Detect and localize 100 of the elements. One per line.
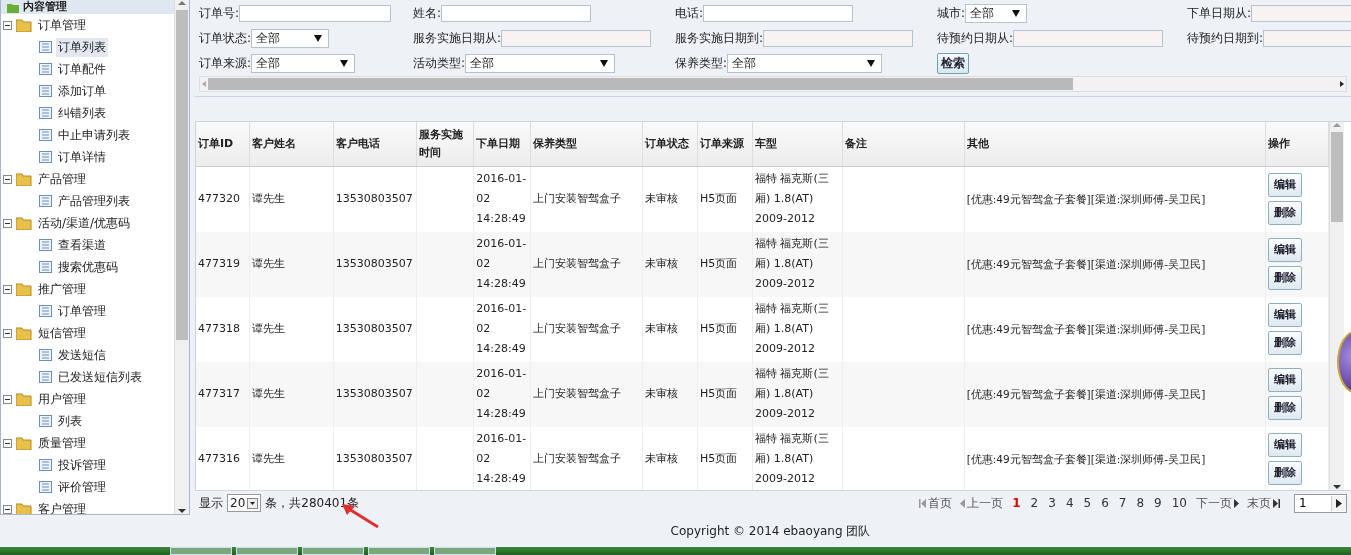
list-icon (39, 151, 52, 163)
field-label: 服务实施日期到: (675, 30, 764, 47)
sidebar-item[interactable]: 已发送短信列表 (56, 367, 144, 387)
dropdown[interactable]: 全部 (727, 54, 883, 73)
sidebar-item[interactable]: 纠错列表 (56, 103, 108, 123)
table-cell: 未审核 (645, 322, 679, 336)
collapse-toggle-icon[interactable] (3, 218, 12, 228)
table-cell: 谭先生 (252, 257, 286, 271)
column-header: 服务实施时间 (416, 121, 474, 167)
table-cell: 谭先生 (252, 452, 286, 466)
table-cell: [优惠:49元智驾盒子套餐][渠道:深圳师傅-吴卫民] (966, 193, 1206, 206)
sidebar-item[interactable]: 产品管理列表 (56, 191, 132, 211)
list-icon (39, 107, 52, 119)
delete-button[interactable]: 删除 (1267, 266, 1302, 291)
sidebar-group[interactable]: 推广管理 (36, 279, 88, 299)
horizontal-scrollbar[interactable] (199, 75, 1347, 92)
page-link[interactable]: 9 (1151, 496, 1165, 510)
folder-icon (16, 436, 32, 450)
table-cell: 未审核 (645, 192, 679, 206)
sidebar-item[interactable]: 搜索优惠码 (56, 257, 120, 277)
collapse-toggle-icon[interactable] (3, 20, 12, 30)
first-page-link[interactable]: 首页 (917, 494, 955, 512)
sidebar-item[interactable]: 查看渠道 (56, 235, 108, 255)
dropdown[interactable]: 全部 (465, 54, 616, 73)
sidebar-item[interactable]: 列表 (56, 411, 84, 431)
search-button[interactable]: 检索 (937, 53, 969, 74)
field-label: 订单号: (199, 5, 240, 22)
date-field[interactable] (1251, 5, 1351, 22)
input-field[interactable] (239, 5, 392, 22)
sidebar-group[interactable]: 质量管理 (36, 433, 88, 453)
page-link[interactable]: 4 (1062, 496, 1077, 510)
sidebar-item[interactable]: 订单详情 (56, 147, 108, 167)
last-page-link[interactable]: 末页 (1245, 494, 1282, 512)
dropdown[interactable]: 全部 (965, 4, 1028, 23)
scroll-down-icon[interactable] (178, 508, 186, 514)
sidebar-group[interactable]: 产品管理 (36, 169, 88, 189)
next-page-link[interactable]: 下一页 (1194, 494, 1241, 512)
sidebar-group[interactable]: 活动/渠道/优惠码 (36, 213, 133, 233)
page-link[interactable]: 10 (1168, 496, 1190, 510)
list-icon (39, 481, 52, 493)
list-icon (39, 41, 52, 53)
page-link[interactable]: 7 (1115, 496, 1130, 510)
sidebar-item[interactable]: 订单列表 (56, 37, 108, 57)
sidebar-item[interactable]: 发送短信 (56, 345, 108, 365)
table-cell: 上门安装智驾盒子 (533, 452, 622, 466)
collapse-toggle-icon[interactable] (3, 438, 12, 448)
page-link[interactable]: 1 (1009, 496, 1024, 510)
delete-button[interactable]: 删除 (1267, 461, 1302, 486)
sidebar-item[interactable]: 添加订单 (56, 81, 108, 101)
sidebar-item[interactable]: 订单管理 (56, 301, 108, 321)
edit-button[interactable]: 编辑 (1267, 368, 1302, 393)
vertical-scrollbar[interactable] (1329, 121, 1344, 491)
field-label: 待预约日期到: (1187, 30, 1264, 47)
date-field[interactable] (501, 30, 652, 47)
scrollbar[interactable] (174, 0, 189, 514)
page-number-field[interactable]: 1 (1294, 493, 1347, 513)
sidebar-group[interactable]: 用户管理 (36, 389, 88, 409)
previous-page-link[interactable]: 上一页 (958, 494, 1006, 512)
page-link[interactable]: 2 (1027, 496, 1042, 510)
delete-button[interactable]: 删除 (1267, 201, 1302, 226)
page-link[interactable]: 8 (1133, 496, 1148, 510)
first-page-icon (919, 498, 927, 508)
page-size-dropdown[interactable]: 20 (227, 494, 262, 512)
collapse-toggle-icon[interactable] (3, 284, 12, 294)
edit-button[interactable]: 编辑 (1267, 238, 1302, 263)
scrollbar-thumb[interactable] (1331, 131, 1343, 222)
edit-button[interactable]: 编辑 (1267, 173, 1302, 198)
date-field[interactable] (1013, 30, 1164, 47)
column-header: 保养类型 (530, 121, 643, 167)
scroll-up-icon[interactable] (178, 0, 186, 6)
input-field[interactable] (441, 5, 592, 22)
edit-button[interactable]: 编辑 (1267, 303, 1302, 328)
collapse-toggle-icon[interactable] (3, 394, 12, 404)
collapse-toggle-icon[interactable] (3, 504, 12, 514)
page-link[interactable]: 6 (1098, 496, 1112, 510)
page-link[interactable]: 3 (1045, 496, 1059, 510)
sidebar-group[interactable]: 订单管理 (36, 15, 88, 35)
go-button[interactable] (1331, 495, 1346, 511)
scroll-down-icon[interactable] (1333, 484, 1341, 491)
sidebar-item[interactable]: 中止申请列表 (56, 125, 132, 145)
delete-button[interactable]: 删除 (1267, 396, 1302, 421)
page-link[interactable]: 5 (1080, 496, 1095, 510)
delete-button[interactable]: 删除 (1267, 331, 1302, 356)
collapse-toggle-icon[interactable] (3, 174, 12, 184)
table-cell: [优惠:49元智驾盒子套餐][渠道:深圳师傅-吴卫民] (966, 388, 1206, 401)
table-cell: 福特 福克斯(三厢) 1.8(AT) 2009-2012 (755, 302, 829, 356)
scroll-right-icon[interactable] (1338, 79, 1346, 88)
sidebar-item[interactable]: 评价管理 (56, 477, 108, 497)
dropdown[interactable]: 全部 (251, 54, 356, 73)
sidebar-item[interactable]: 订单配件 (56, 59, 108, 79)
edit-button[interactable]: 编辑 (1267, 433, 1302, 458)
sidebar-group[interactable]: 短信管理 (36, 323, 88, 343)
table-cell: 上门安装智驾盒子 (533, 387, 622, 401)
date-field[interactable] (763, 30, 914, 47)
list-icon (39, 129, 52, 141)
input-field[interactable] (703, 5, 854, 22)
sidebar-item[interactable]: 投诉管理 (56, 455, 108, 475)
sidebar-group[interactable]: 客户管理 (36, 499, 88, 514)
collapse-toggle-icon[interactable] (3, 328, 12, 338)
dropdown[interactable]: 全部 (251, 29, 330, 48)
